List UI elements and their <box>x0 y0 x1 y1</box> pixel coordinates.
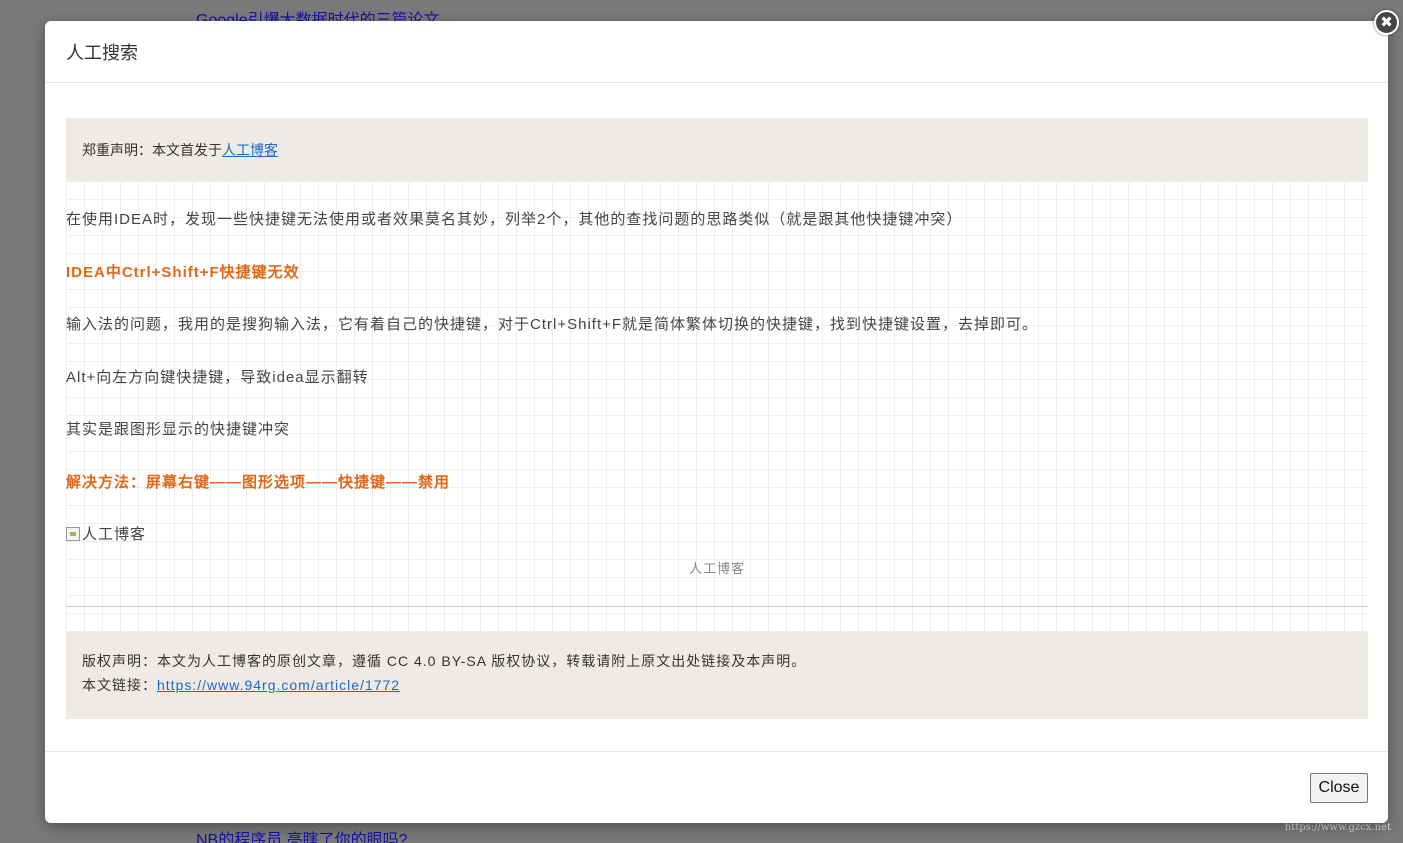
copyright-statement: 版权声明：本文为人工博客的原创文章，遵循 CC 4.0 BY-SA 版权协议，转… <box>82 653 807 669</box>
article-link-row: 本文链接：https://www.94rg.com/article/1772 <box>82 673 1352 697</box>
paragraph-intro: 在使用IDEA时，发现一些快捷键无法使用或者效果莫名其妙，列举2个，其他的查找问… <box>66 211 963 228</box>
article-link-label: 本文链接： <box>82 677 157 693</box>
notice-box: 郑重声明：本文首发于 人工博客 <box>66 118 1368 181</box>
modal-body: 郑重声明：本文首发于 人工博客 在使用IDEA时，发现一些快捷键无法使用或者效果莫… <box>66 118 1368 719</box>
close-icon[interactable]: ✖ <box>1374 10 1399 35</box>
close-button[interactable]: Close <box>1310 773 1368 803</box>
solution-heading: 解决方法：屏幕右键——图形选项——快捷键——禁用 <box>66 474 451 491</box>
copyright-box: 版权声明：本文为人工博客的原创文章，遵循 CC 4.0 BY-SA 版权协议，转… <box>66 631 1368 719</box>
modal-title: 人工搜索 <box>66 42 138 63</box>
article-url-link[interactable]: https://www.94rg.com/article/1772 <box>157 677 400 693</box>
watermark: https://www.gzcx.net <box>1284 822 1391 833</box>
article-content: 在使用IDEA时，发现一些快捷键无法使用或者效果莫名其妙，列举2个，其他的查找问… <box>66 181 1368 631</box>
image-alt-text: 人工博客 <box>82 526 147 543</box>
modal-header: 人工搜索 <box>45 21 1388 83</box>
paragraph-input-method: 输入法的问题，我用的是搜狗输入法，它有着自己的快捷键，对于Ctrl+Shift+… <box>66 316 1039 333</box>
divider <box>66 606 1368 607</box>
paragraph-graphics-conflict: 其实是跟图形显示的快捷键冲突 <box>66 421 291 438</box>
image-caption: 人工博客 <box>688 561 745 576</box>
article-modal: 人工搜索 郑重声明：本文首发于 人工博客 在使用IDEA时，发现一些快捷键无法使用… <box>45 21 1388 823</box>
modal-footer: Close <box>45 751 1388 823</box>
broken-image-icon <box>66 526 80 541</box>
notice-text: 郑重声明：本文首发于 <box>82 141 222 158</box>
broken-image: 人工博客 <box>66 523 146 544</box>
section-heading-ctrl-shift-f: IDEA中Ctrl+Shift+F快捷键无效 <box>66 264 300 281</box>
bg-article-link-bottom[interactable]: NB的程序员,亮瞎了你的眼吗? <box>196 826 408 843</box>
paragraph-alt-arrow: Alt+向左方向键快捷键，导致idea显示翻转 <box>66 369 369 386</box>
notice-link[interactable]: 人工博客 <box>222 140 278 160</box>
